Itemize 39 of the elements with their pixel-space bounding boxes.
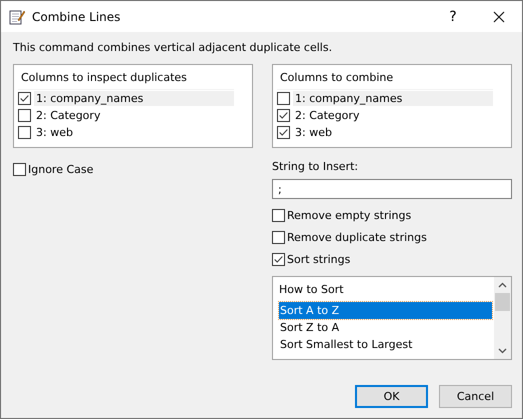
checkbox[interactable]: [277, 126, 290, 139]
checkbox[interactable]: [18, 92, 31, 105]
list-header: Columns to inspect duplicates: [18, 68, 234, 90]
option-label: Ignore Case: [28, 162, 94, 176]
checkbox[interactable]: [277, 92, 290, 105]
field-label: String to Insert:: [272, 160, 360, 173]
checkbox[interactable]: [272, 208, 285, 222]
scroll-up-icon[interactable]: [498, 282, 507, 288]
input-field[interactable]: ;: [272, 179, 512, 199]
help-button[interactable]: ?: [430, 1, 476, 32]
scroll-down-icon[interactable]: [498, 348, 507, 354]
checkbox[interactable]: [272, 230, 285, 244]
window-title: Combine Lines: [32, 10, 120, 24]
column-item[interactable]: 1: company_names: [34, 91, 234, 106]
scroll-thumb[interactable]: [495, 293, 510, 311]
checkbox[interactable]: [13, 162, 26, 176]
option-label: Remove empty strings: [287, 208, 412, 222]
close-icon: [493, 10, 505, 22]
sort-option[interactable]: Sort Smallest to Largest: [279, 336, 492, 353]
column-item[interactable]: 3: web: [293, 125, 493, 140]
column-item[interactable]: 2: Category: [34, 108, 234, 123]
scrollbar[interactable]: [494, 277, 511, 359]
checkbox[interactable]: [277, 109, 290, 122]
option-label: Sort strings: [287, 252, 350, 266]
sort-option[interactable]: Sort A to Z: [279, 302, 492, 319]
list-header: How to Sort: [279, 282, 345, 298]
checkbox[interactable]: [272, 252, 285, 266]
list-header: Columns to combine: [277, 68, 493, 90]
column-item[interactable]: 1: company_names: [293, 91, 493, 106]
column-item[interactable]: 2: Category: [293, 108, 493, 123]
dialog-button[interactable]: OK: [355, 385, 428, 408]
checkbox[interactable]: [18, 109, 31, 122]
dialog-button[interactable]: Cancel: [439, 385, 512, 408]
checkbox[interactable]: [18, 126, 31, 139]
option-label: Remove duplicate strings: [287, 230, 427, 244]
column-item[interactable]: 3: web: [34, 125, 234, 140]
sort-option[interactable]: Sort Z to A: [279, 319, 492, 336]
description-text: This command combines vertical adjacent duplicate cells.: [13, 41, 334, 54]
notepad-icon: [9, 8, 25, 24]
